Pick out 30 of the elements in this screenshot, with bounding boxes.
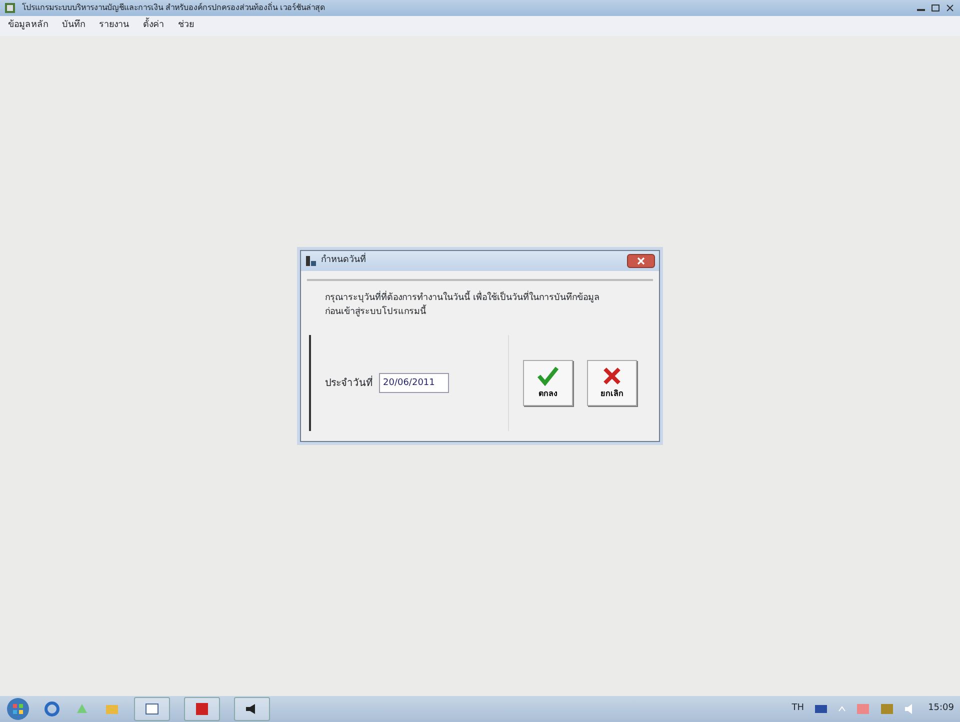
cross-icon: [601, 366, 623, 386]
close-icon[interactable]: [944, 3, 956, 13]
taskbar-button[interactable]: [134, 697, 170, 721]
message-text: ก่อนเข้าสู่ระบบโปรแกรมนี้: [325, 305, 635, 320]
check-icon: [536, 366, 560, 386]
language-indicator[interactable]: TH: [792, 702, 804, 716]
clock[interactable]: 15:09: [928, 702, 954, 716]
cancel-button[interactable]: ยกเลิก: [587, 360, 637, 406]
dialog-title: กำหนดวันที่: [321, 254, 366, 267]
start-button[interactable]: [6, 697, 30, 721]
menu-item[interactable]: ช่วย: [178, 19, 194, 33]
date-field[interactable]: 20/06/2011: [379, 373, 449, 394]
app-icon: [305, 254, 317, 267]
ok-button[interactable]: ตกลง: [523, 360, 573, 406]
menu-item[interactable]: ข้อมูลหลัก: [8, 19, 48, 33]
menu-item[interactable]: รายงาน: [99, 19, 129, 33]
window-title: โปรแกรมระบบบริหารงานบัญชีและการเงิน สำหรับองค์กรปกครองส่วนท้องถิ่น เวอร์ชันล่าสุด: [22, 2, 326, 14]
network-icon[interactable]: [814, 703, 828, 715]
document-icon: [195, 702, 209, 716]
close-button[interactable]: [627, 254, 655, 268]
menu-item[interactable]: ตั้งค่า: [143, 19, 164, 33]
close-icon: [637, 256, 645, 265]
restore-icon[interactable]: [930, 3, 942, 13]
app-icon: [4, 2, 16, 14]
browser-icon[interactable]: [44, 701, 60, 717]
window-icon: [145, 703, 159, 715]
message-text: กรุณาระบุวันที่ที่ต้องการทำงานในวันนี้ เพื่อใช้เป็นวันที่ในการบันทึกข้อมูล: [325, 290, 601, 304]
date-label: ประจำวันที่: [325, 376, 373, 391]
taskbar-button[interactable]: [234, 697, 270, 721]
menu-item[interactable]: บันทึก: [62, 19, 85, 33]
